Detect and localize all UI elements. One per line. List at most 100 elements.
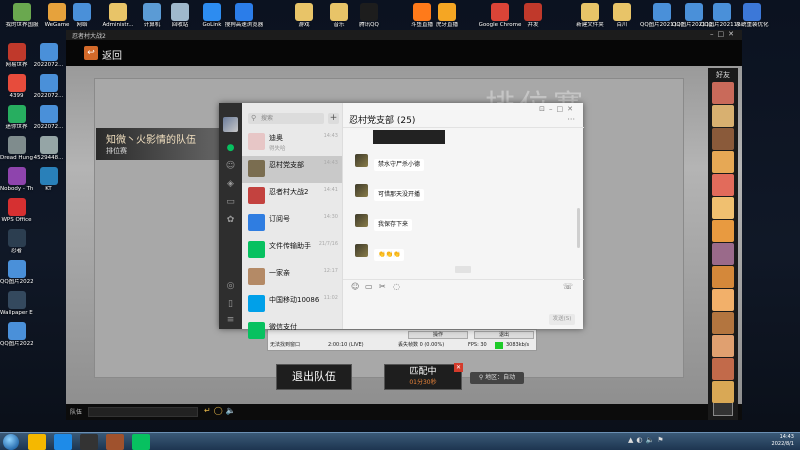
sender-avatar[interactable] <box>355 184 368 197</box>
desktop-shortcut[interactable]: 腾讯QQ <box>347 0 391 29</box>
desktop-shortcut[interactable]: 并发 <box>511 0 555 29</box>
desktop-shortcut[interactable]: 百川 <box>600 0 644 29</box>
menu-icon[interactable]: ≡ <box>225 315 236 326</box>
conversation-item[interactable]: 迪奥 得失哈 14:43 <box>242 129 342 156</box>
conversation-item[interactable]: 微信支付 <box>242 318 342 345</box>
call-icon[interactable]: ☏ <box>563 282 573 292</box>
favorites-icon[interactable]: ◈ <box>225 179 236 190</box>
conversation-name: 迪奥 <box>269 134 283 142</box>
chat-icon[interactable]: ● <box>225 143 236 154</box>
desktop-shortcut[interactable]: 迷你世界 <box>0 102 33 131</box>
desktop-shortcut[interactable]: QQ图片2022072... <box>0 319 33 348</box>
region-selector[interactable]: ⚲ 地区：自动 <box>470 372 524 384</box>
friend-avatar[interactable] <box>712 335 734 357</box>
back-button[interactable]: 返回 <box>102 47 122 62</box>
desktop-shortcut[interactable]: QQ图片2022072... <box>0 257 33 286</box>
add-chat-button[interactable]: + <box>328 113 339 124</box>
matching-button[interactable]: 匹配中 01分30秒 ✕ <box>384 363 463 390</box>
files-icon[interactable]: ▭ <box>225 197 236 208</box>
mini-program-icon[interactable]: ◎ <box>225 281 236 292</box>
friend-avatar[interactable] <box>712 243 734 265</box>
phone-icon[interactable]: ▯ <box>225 299 236 310</box>
clock[interactable]: 14:43 2022/8/1 <box>772 434 794 448</box>
golink-icon <box>203 3 221 21</box>
conversation-item[interactable]: 文件传输助手 21/7/16 <box>242 237 342 264</box>
cancel-match-icon[interactable]: ✕ <box>454 363 463 372</box>
search-box[interactable]: ⚲ 搜索 <box>248 113 324 124</box>
desktop-shortcut-label: 百川 <box>616 22 628 28</box>
chat-history-icon[interactable]: ◌ <box>393 282 400 292</box>
tool-icon <box>743 3 761 21</box>
obs-exit-button[interactable]: 退出 <box>474 331 534 339</box>
window-controls[interactable]: –□✕ <box>710 30 738 38</box>
game-chat-input[interactable] <box>88 407 198 417</box>
image-icon <box>39 43 58 61</box>
desktop-shortcut[interactable]: 2022072... <box>32 40 65 69</box>
friend-avatar[interactable] <box>712 82 734 104</box>
desktop-shortcut[interactable]: Nobody - The Turna... <box>0 164 33 193</box>
desktop-shortcut[interactable]: 4399 <box>0 71 33 100</box>
friend-avatar[interactable] <box>712 312 734 334</box>
screenshot-icon[interactable]: ✂ <box>379 282 386 292</box>
contacts-icon[interactable]: ☺ <box>225 161 236 172</box>
sender-avatar[interactable] <box>355 154 368 167</box>
conversation-item[interactable]: 忍村党支部 14:43 <box>242 156 342 183</box>
wechat-window-controls[interactable]: ⊡–□✕ <box>539 105 577 113</box>
desktop-shortcut[interactable]: Wallpaper Engine <box>0 288 33 317</box>
friends-chat-icon[interactable] <box>713 402 733 416</box>
music-folder-icon <box>330 3 348 21</box>
ninja-game-icon[interactable] <box>106 434 124 450</box>
conversation-item[interactable]: 订阅号 14:30 <box>242 210 342 237</box>
moments-icon[interactable]: ✿ <box>225 215 236 226</box>
friend-avatar[interactable] <box>712 128 734 150</box>
kt-icon <box>39 167 58 185</box>
system-tray[interactable]: ▲◐🔈⚑ <box>628 436 666 444</box>
start-button[interactable] <box>3 434 19 450</box>
obs-fps: FPS: 30 <box>468 342 487 348</box>
conversation-item[interactable]: 一家亲 12:17 <box>242 264 342 291</box>
kugou-icon[interactable] <box>54 434 72 450</box>
conversation-item[interactable]: 忍者村大战2 14:41 <box>242 183 342 210</box>
desktop-shortcut[interactable]: 搜狗高速浏览器 <box>222 0 266 29</box>
friend-avatar[interactable] <box>712 381 734 403</box>
exit-team-button[interactable]: 退出队伍 <box>276 364 352 390</box>
my-avatar[interactable] <box>223 117 238 132</box>
sender-avatar[interactable] <box>355 244 368 257</box>
friend-avatar[interactable] <box>712 174 734 196</box>
more-options-icon[interactable]: ··· <box>567 115 575 124</box>
game-chat-tools[interactable]: ↵◯🔈 <box>204 406 239 415</box>
obs-icon[interactable] <box>80 434 98 450</box>
sender-avatar[interactable] <box>355 214 368 227</box>
desktop-shortcut[interactable]: 虎牙直播 <box>425 0 469 29</box>
desktop-shortcut[interactable]: WPS Office <box>0 195 33 224</box>
friend-avatar[interactable] <box>712 358 734 380</box>
friend-avatar[interactable] <box>712 105 734 127</box>
file-icon[interactable]: ▭ <box>365 282 373 292</box>
friend-avatar[interactable] <box>712 197 734 219</box>
game-bottom-bar: 队伍 ↵◯🔈 <box>66 404 742 420</box>
desktop-shortcut[interactable]: KT <box>32 164 65 193</box>
desktop-shortcut[interactable]: 网易世界 <box>0 40 33 69</box>
desktop-shortcut[interactable]: Dread Hunger <box>0 133 33 162</box>
qq-browser-icon[interactable] <box>28 434 46 450</box>
friend-avatar[interactable] <box>712 266 734 288</box>
send-button[interactable]: 发送(S) <box>549 314 575 325</box>
conversation-item[interactable]: 中国移动10086 11:02 <box>242 291 342 318</box>
friend-avatar[interactable] <box>712 220 734 242</box>
friend-avatar[interactable] <box>712 289 734 311</box>
friend-avatar[interactable] <box>712 151 734 173</box>
search-input[interactable]: 搜索 <box>261 113 273 124</box>
back-arrow-icon[interactable]: ↩ <box>84 46 98 60</box>
desktop-shortcut[interactable]: 2022072... <box>32 102 65 131</box>
desktop-shortcut[interactable]: 忍者 <box>0 226 33 255</box>
conversation-name: 文件传输助手 <box>269 242 311 250</box>
netease-icon <box>7 43 26 61</box>
taskbar: ▲◐🔈⚑ 14:43 2022/8/1 <box>0 432 800 450</box>
chat-scrollbar[interactable] <box>577 208 580 248</box>
emoji-icon[interactable]: ☺ <box>351 282 359 292</box>
desktop-shortcut[interactable]: 4529448... <box>32 133 65 162</box>
wechat-icon[interactable] <box>132 434 150 450</box>
obs-action-button[interactable]: 操作 <box>408 331 468 339</box>
desktop-shortcut[interactable]: 系统重装优化 <box>730 0 774 29</box>
desktop-shortcut[interactable]: 2022072... <box>32 71 65 100</box>
